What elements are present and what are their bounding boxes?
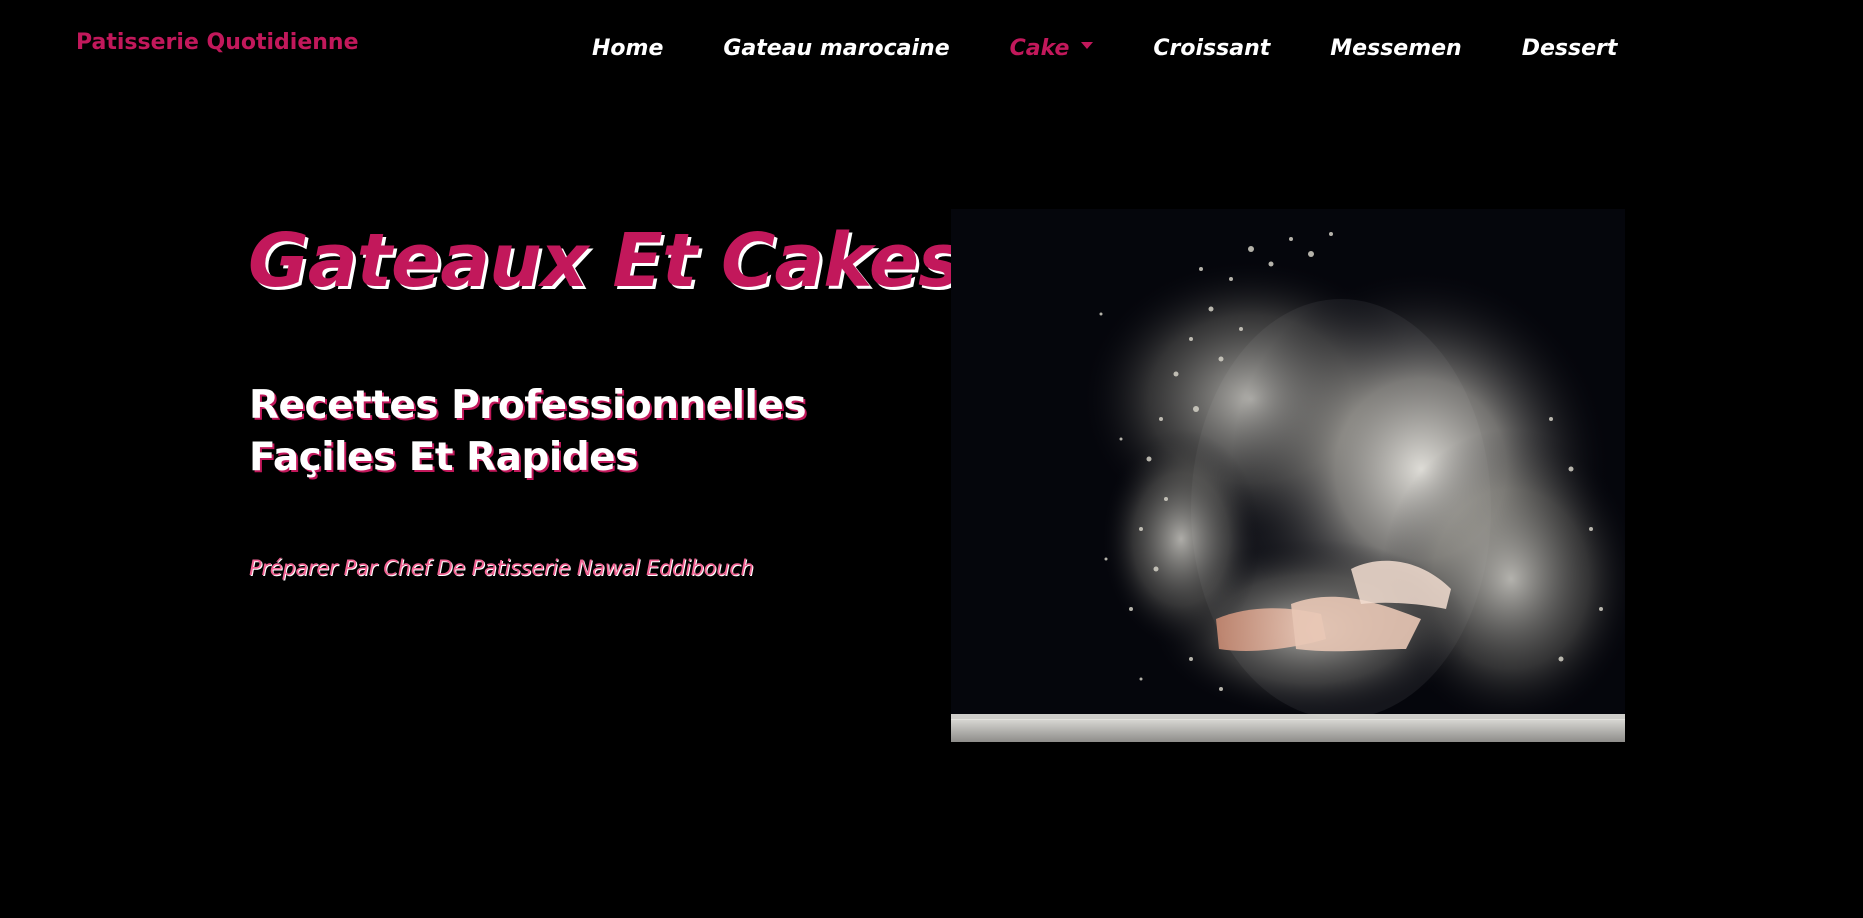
brand-logo-link[interactable]: Patisserie Quotidienne (76, 30, 359, 55)
nav-cake-dropdown[interactable]: Cake (1010, 36, 1094, 61)
main-nav: Home Gateau marocaine Cake Croissant Mes… (592, 36, 1617, 61)
nav-home-label: Home (592, 36, 664, 61)
nav-dessert-label: Dessert (1521, 36, 1618, 61)
flour-cloud-image (951, 209, 1625, 742)
hero-image (951, 209, 1625, 742)
nav-home[interactable]: Home (592, 36, 663, 61)
nav-dessert[interactable]: Dessert (1522, 36, 1618, 61)
hero-subtitle: Recettes Professionnelles Façiles Et Rap… (249, 383, 807, 480)
nav-croissant-label: Croissant (1153, 36, 1271, 61)
nav-gateau-marocaine-label: Gateau marocaine (723, 36, 950, 61)
caret-down-icon (1081, 42, 1094, 49)
hero-title: Gateaux Et Cakes (248, 218, 962, 304)
nav-cake-label: Cake (1009, 36, 1070, 61)
nav-croissant[interactable]: Croissant (1153, 36, 1270, 61)
nav-messemen[interactable]: Messemen (1330, 36, 1461, 61)
hero-author: Préparer Par Chef De Patisserie Nawal Ed… (249, 556, 754, 580)
page: Patisserie Quotidienne Home Gateau maroc… (0, 0, 1863, 918)
nav-messemen-label: Messemen (1330, 36, 1462, 61)
nav-gateau-marocaine[interactable]: Gateau marocaine (723, 36, 949, 61)
